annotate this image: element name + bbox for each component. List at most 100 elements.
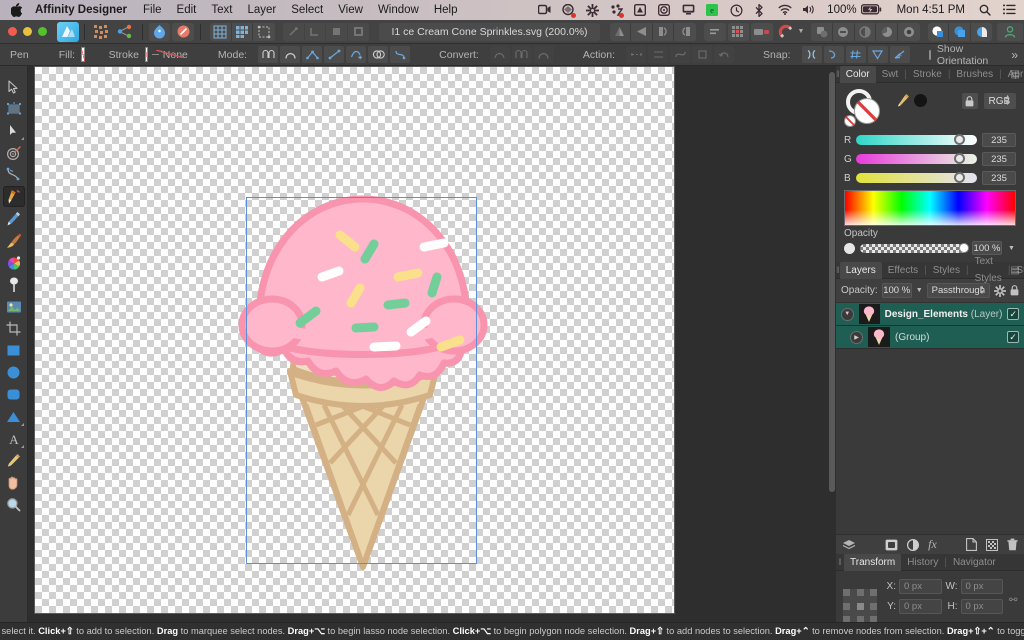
pencil-tool[interactable] bbox=[3, 208, 25, 229]
document-title[interactable]: I1 ce Cream Cone Sprinkles.svg (200.0%) bbox=[379, 22, 600, 41]
export-persona-icon[interactable] bbox=[114, 23, 136, 41]
panel-grip-icon[interactable]: ‖ bbox=[836, 557, 844, 567]
vector-brush-tool[interactable] bbox=[3, 230, 25, 251]
layer-opacity-dropdown-icon[interactable]: ▼ bbox=[916, 287, 923, 294]
crop-tool[interactable] bbox=[3, 318, 25, 339]
add-node-icon[interactable] bbox=[148, 22, 171, 41]
flip-horizontal-icon[interactable] bbox=[609, 22, 632, 41]
minimize-button[interactable] bbox=[23, 27, 32, 36]
lock-icon[interactable] bbox=[961, 93, 978, 109]
panel-menu-icon[interactable]: ▤ bbox=[1011, 265, 1020, 276]
display-icon[interactable] bbox=[682, 4, 695, 17]
canvas-area[interactable] bbox=[28, 66, 836, 622]
new-layer-icon[interactable] bbox=[966, 538, 977, 551]
hand-tool[interactable] bbox=[3, 472, 25, 493]
line-mode-icon[interactable] bbox=[324, 46, 345, 63]
snap-node-icon[interactable] bbox=[801, 46, 822, 63]
link-ratio-icon[interactable]: ⚯ bbox=[1009, 595, 1017, 606]
boolean-divide-icon[interactable] bbox=[876, 22, 898, 41]
time-machine-icon[interactable] bbox=[730, 3, 743, 17]
join-curves-icon[interactable] bbox=[626, 46, 646, 63]
menu-item-window[interactable]: Window bbox=[378, 4, 419, 16]
triangle-tool[interactable] bbox=[3, 406, 25, 427]
flip-vertical-icon[interactable] bbox=[631, 22, 653, 41]
stroke-icon[interactable] bbox=[347, 22, 370, 41]
channel-value-g[interactable]: 235 bbox=[982, 152, 1016, 166]
close-icon[interactable] bbox=[692, 46, 712, 63]
smart-mode-icon[interactable] bbox=[280, 46, 301, 63]
snap-intersect-icon[interactable] bbox=[867, 46, 888, 63]
eyedropper-icon[interactable] bbox=[896, 93, 909, 107]
table-row[interactable]: ▶ (Group) ✓ bbox=[836, 326, 1024, 349]
menu-item-select[interactable]: Select bbox=[291, 4, 323, 16]
mask-icon[interactable] bbox=[885, 539, 898, 551]
transform-box-icon[interactable] bbox=[253, 22, 275, 41]
stroke-swatch[interactable] bbox=[144, 47, 149, 62]
opacity-slider[interactable] bbox=[860, 242, 969, 253]
boolean-add-icon[interactable] bbox=[811, 22, 834, 41]
polygon-mode-icon[interactable] bbox=[302, 46, 323, 63]
break-curve-icon[interactable] bbox=[648, 46, 668, 63]
canvas-vertical-scrollbar[interactable] bbox=[829, 70, 835, 618]
lock-icon[interactable] bbox=[1010, 285, 1019, 296]
tab-transform[interactable]: Transform bbox=[844, 553, 902, 571]
delete-layer-icon[interactable] bbox=[1007, 538, 1018, 551]
pen-tool[interactable] bbox=[2, 186, 25, 207]
control-center-icon[interactable] bbox=[1003, 3, 1016, 17]
align-left-icon[interactable] bbox=[282, 22, 305, 41]
fill-circle[interactable] bbox=[854, 98, 880, 124]
color-spectrum[interactable] bbox=[844, 190, 1016, 226]
rotate-left-icon[interactable] bbox=[652, 22, 675, 41]
tab-stroke[interactable]: Stroke bbox=[907, 66, 948, 83]
layer-visibility-checkbox[interactable]: ✓ bbox=[1007, 308, 1020, 320]
channel-slider-r[interactable] bbox=[856, 134, 977, 145]
zoom-button[interactable] bbox=[38, 27, 47, 36]
transform-anchor-icon[interactable] bbox=[843, 589, 877, 623]
new-pixel-layer-icon[interactable] bbox=[986, 538, 999, 551]
rounded-rectangle-tool[interactable] bbox=[3, 384, 25, 405]
convert-smart-icon[interactable] bbox=[533, 46, 554, 63]
evernote-icon[interactable]: e bbox=[706, 3, 719, 17]
pixel-persona-icon[interactable] bbox=[91, 23, 113, 41]
tab-history[interactable]: History bbox=[901, 554, 944, 571]
screen-recorder-icon[interactable] bbox=[538, 4, 551, 17]
selection-bounding-box[interactable] bbox=[246, 197, 477, 564]
distribute-icon[interactable] bbox=[704, 22, 726, 41]
ellipse-tool[interactable] bbox=[3, 362, 25, 383]
smooth-curve-icon[interactable] bbox=[390, 46, 411, 63]
tab-text-styles[interactable]: Text Styles bbox=[969, 253, 1008, 287]
fx-icon[interactable]: fx bbox=[928, 537, 937, 552]
move-tool[interactable] bbox=[3, 76, 25, 97]
x-field[interactable]: 0 px bbox=[899, 579, 942, 594]
snap-grid-icon[interactable] bbox=[231, 22, 254, 41]
menu-item-text[interactable]: Text bbox=[211, 4, 232, 16]
quality-icon[interactable] bbox=[751, 22, 773, 41]
boolean-subtract-icon[interactable] bbox=[833, 22, 855, 41]
geometry-pie-icon[interactable] bbox=[970, 22, 993, 41]
boolean-combine-icon[interactable] bbox=[897, 22, 920, 41]
place-image-tool[interactable] bbox=[3, 296, 25, 317]
layer-list-empty-space[interactable] bbox=[836, 349, 1024, 534]
tab-brushes[interactable]: Brushes bbox=[950, 66, 999, 83]
snap-curve-icon[interactable] bbox=[823, 46, 844, 63]
boolean-intersect-icon[interactable] bbox=[854, 22, 877, 41]
corner-tool[interactable] bbox=[3, 142, 25, 163]
geometry-union-icon[interactable] bbox=[927, 22, 950, 41]
layer-opacity-value[interactable]: 100 % bbox=[881, 283, 912, 298]
channel-value-r[interactable]: 235 bbox=[982, 133, 1016, 147]
battery-charging-icon[interactable] bbox=[860, 3, 883, 17]
close-button[interactable] bbox=[8, 27, 17, 36]
text-tool[interactable]: A bbox=[3, 428, 25, 449]
chevron-down-icon[interactable]: ▼ bbox=[798, 28, 805, 35]
apple-icon[interactable] bbox=[11, 3, 23, 17]
bluetooth-icon[interactable] bbox=[754, 3, 767, 17]
tab-navigator[interactable]: Navigator bbox=[947, 554, 1002, 571]
geometry-front-icon[interactable] bbox=[949, 22, 971, 41]
adjustment-icon[interactable] bbox=[907, 538, 920, 551]
wifi-icon[interactable] bbox=[778, 4, 792, 17]
panel-menu-icon[interactable]: ▤ bbox=[1011, 69, 1020, 80]
volume-icon[interactable] bbox=[802, 4, 815, 17]
account-icon[interactable] bbox=[997, 22, 1024, 41]
chevron-double-right-icon[interactable]: » bbox=[1011, 48, 1024, 62]
h-field[interactable]: 0 px bbox=[960, 599, 1003, 614]
